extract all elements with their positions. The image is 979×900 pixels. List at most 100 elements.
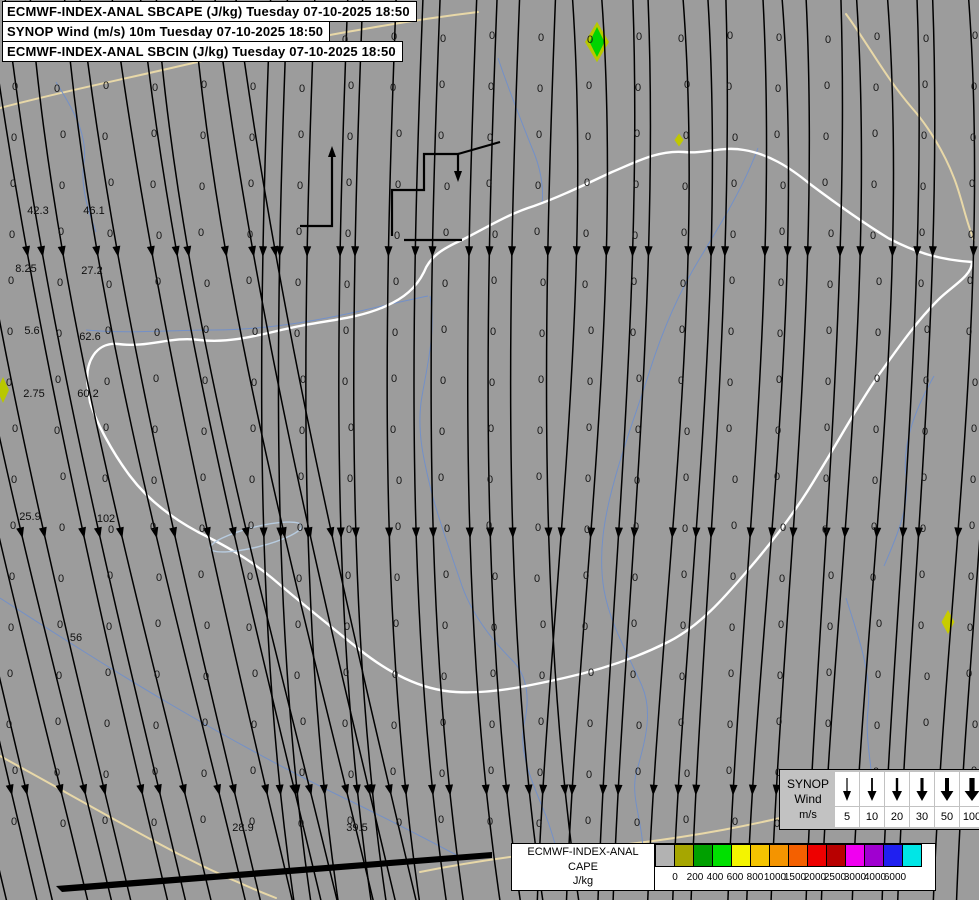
- grid-value-label: 0: [969, 474, 977, 486]
- grid-value-label: 0: [533, 573, 541, 585]
- grid-value-label: 0: [872, 424, 880, 436]
- wind-legend-unit: m/s: [799, 808, 817, 821]
- grid-value-label: 0: [634, 766, 642, 778]
- cape-color-cell: [731, 844, 751, 867]
- grid-value-label: 0: [390, 720, 398, 732]
- grid-value-label: 0: [535, 471, 543, 483]
- grid-value-label: 0: [677, 33, 685, 45]
- grid-value-label: 0: [103, 376, 111, 388]
- grid-value-label: 0: [823, 422, 831, 434]
- grid-value-label: 0: [154, 276, 162, 288]
- grid-value-label: 0: [773, 471, 781, 483]
- grid-value-label: 0: [11, 81, 19, 93]
- grid-value-label: 0: [198, 181, 206, 193]
- wind-arrow-icon: [960, 772, 979, 806]
- grid-value-label: 0: [585, 80, 593, 92]
- grid-value-label: 0: [825, 325, 833, 337]
- cape-tick-labels: 0 200 400 600 800 1000 1500 2000 2500 3000 4000 600…: [655, 867, 935, 890]
- grid-value-label: 0: [437, 130, 445, 142]
- grid-value-label: 0: [53, 83, 61, 95]
- grid-value-label: 0: [870, 521, 878, 533]
- cape-tick-label: 3000: [843, 872, 867, 883]
- grid-value-label: 0: [105, 621, 113, 633]
- grid-value-label: 0: [107, 524, 115, 536]
- grid-value-label: 0: [438, 768, 446, 780]
- grid-value-label: 0: [54, 716, 62, 728]
- grid-value-label: 0: [826, 621, 834, 633]
- grid-value-label: 0: [581, 621, 589, 633]
- grid-value-label: 0: [393, 230, 401, 242]
- grid-value-label: 0: [344, 570, 352, 582]
- grid-value-label: 0: [635, 373, 643, 385]
- grid-value-label: 0: [347, 769, 355, 781]
- grid-value-label: 0: [251, 668, 259, 680]
- grid-value-label: 0: [966, 275, 974, 287]
- grid-value-label: 0: [635, 31, 643, 43]
- grid-value-label: 0: [681, 181, 689, 193]
- grid-value-label: 0: [491, 571, 499, 583]
- grid-value-label: 0: [298, 767, 306, 779]
- grid-value-label: 0: [248, 474, 256, 486]
- grid-value-label: 0: [632, 521, 640, 533]
- grid-value-label: 0: [295, 226, 303, 238]
- grid-value-label: 0: [7, 275, 15, 287]
- grid-value-label: 0: [725, 81, 733, 93]
- point-value-label: 56: [69, 632, 83, 644]
- grid-value-label: 0: [776, 670, 784, 682]
- grid-value-label: 0: [149, 521, 157, 533]
- grid-value-label: 0: [970, 423, 978, 435]
- grid-value-label: 0: [487, 765, 495, 777]
- grid-value-label: 0: [438, 426, 446, 438]
- grid-value-label: 0: [441, 620, 449, 632]
- cape-tick-label: 2000: [803, 872, 827, 883]
- grid-value-label: 0: [683, 426, 691, 438]
- grid-value-label: 0: [443, 523, 451, 535]
- grid-value-label: 0: [971, 30, 979, 42]
- grid-value-label: 0: [922, 33, 930, 45]
- grid-value-label: 0: [537, 32, 545, 44]
- wind-arrow-icon: [835, 772, 859, 806]
- grid-value-label: 0: [731, 816, 739, 828]
- grid-value-label: 0: [341, 376, 349, 388]
- grid-value-label: 0: [299, 374, 307, 386]
- point-value-label: 60.2: [77, 388, 99, 400]
- grid-value-label: 0: [151, 82, 159, 94]
- grid-value-label: 0: [875, 276, 883, 288]
- point-value-label: 5.6: [24, 325, 40, 337]
- grid-value-label: 0: [821, 177, 829, 189]
- grid-value-label: 0: [438, 79, 446, 91]
- grid-value-label: 0: [634, 424, 642, 436]
- wind-arrow-icon: [935, 772, 959, 806]
- grid-value-label: 0: [104, 667, 112, 679]
- grid-value-label: 0: [106, 570, 114, 582]
- grid-value-label: 0: [53, 425, 61, 437]
- grid-value-label: 0: [202, 671, 210, 683]
- grid-value-label: 0: [633, 128, 641, 140]
- grid-value-label: 0: [871, 128, 879, 140]
- grid-value-label: 0: [731, 132, 739, 144]
- grid-value-label: 0: [102, 422, 110, 434]
- grid-value-label: 0: [5, 719, 13, 731]
- wind-legend: SYNOP Wind m/s 5 10 20 30 50 100: [779, 769, 979, 830]
- grid-value-label: 0: [203, 620, 211, 632]
- grid-value-label: 0: [585, 422, 593, 434]
- grid-value-label: 0: [537, 716, 545, 728]
- grid-value-label: 0: [824, 34, 832, 46]
- grid-value-label: 0: [250, 377, 258, 389]
- grid-value-label: 0: [439, 33, 447, 45]
- grid-value-label: 0: [55, 670, 63, 682]
- cape-tick-label: 2500: [823, 872, 847, 883]
- grid-value-label: 0: [486, 474, 494, 486]
- grid-value-label: 0: [583, 524, 591, 536]
- grid-value-label: 0: [632, 179, 640, 191]
- grid-value-label: 0: [633, 817, 641, 829]
- grid-value-label: 0: [587, 325, 595, 337]
- grid-value-label: 0: [246, 229, 254, 241]
- grid-value-label: 0: [250, 719, 258, 731]
- grid-value-label: 0: [539, 619, 547, 631]
- grid-value-label: 0: [392, 618, 400, 630]
- grid-value-label: 0: [57, 226, 65, 238]
- grid-value-label: 0: [730, 178, 738, 190]
- grid-value-label: 0: [395, 475, 403, 487]
- title-block: ECMWF-INDEX-ANAL SBCAPE (J/kg) Tuesday 0…: [2, 1, 417, 62]
